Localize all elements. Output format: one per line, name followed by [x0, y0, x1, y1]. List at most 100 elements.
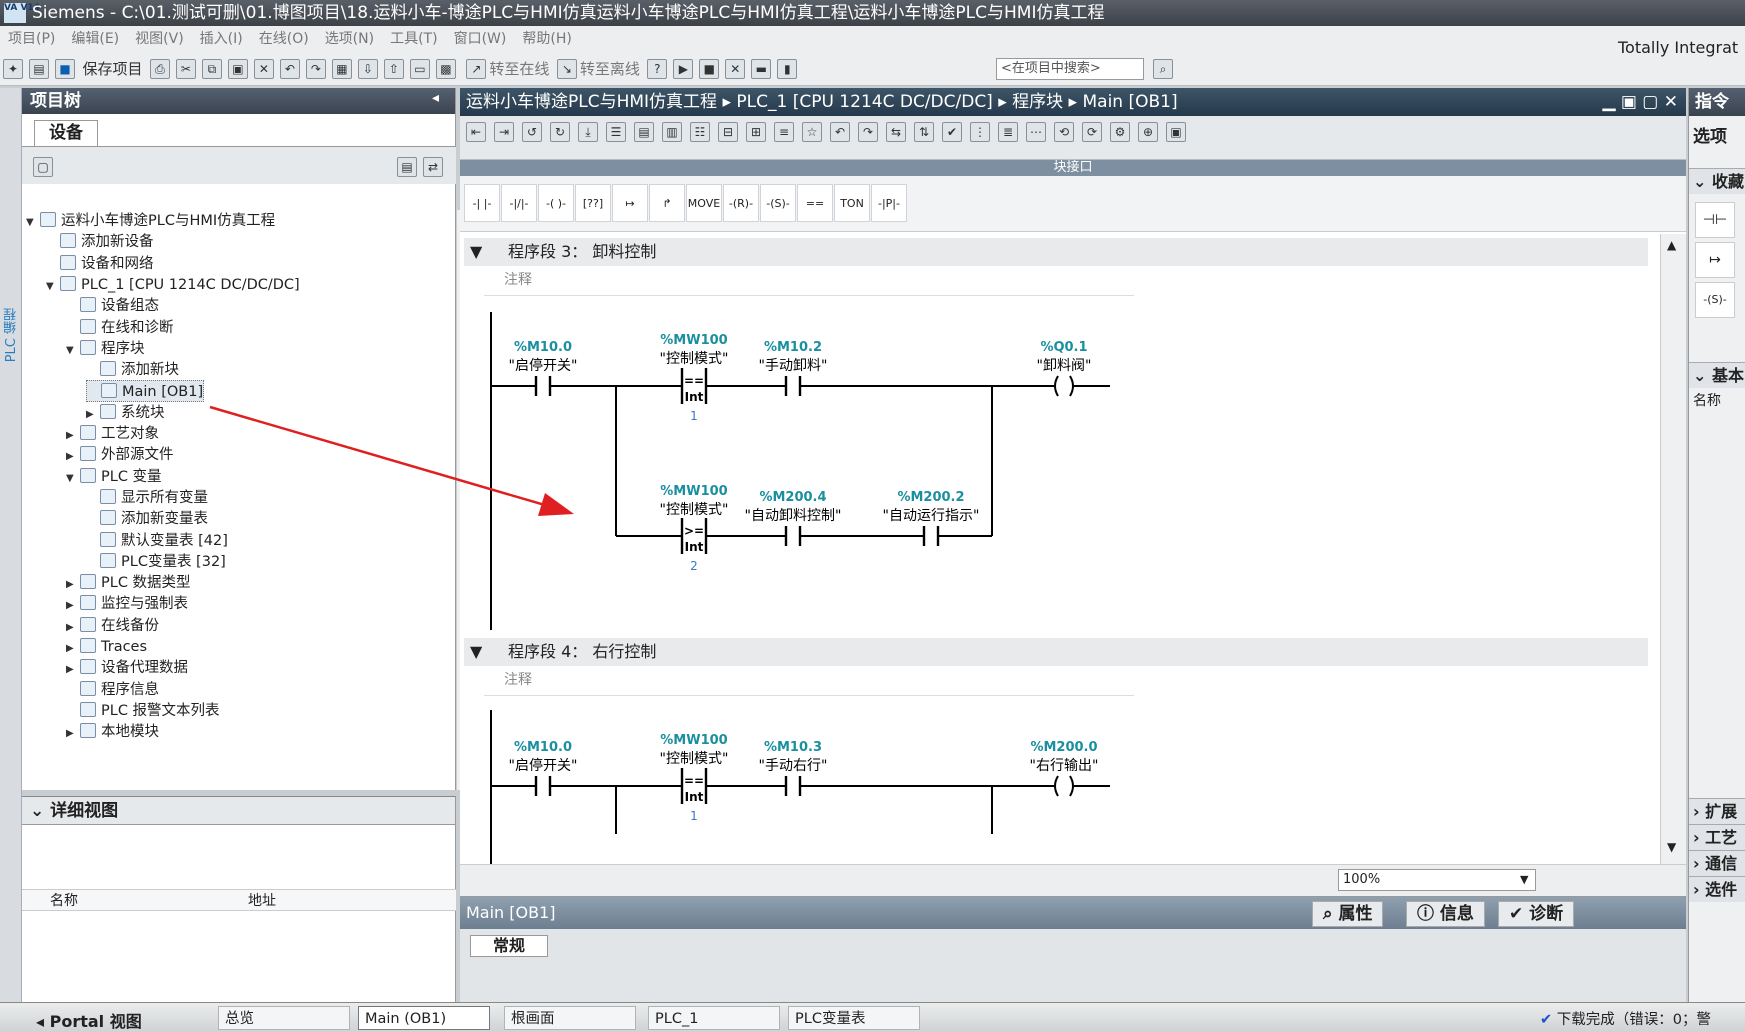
- editor-tool-icon[interactable]: ⟲: [1054, 122, 1074, 142]
- sim-stop-icon[interactable]: ▩: [435, 59, 456, 79]
- cut-icon[interactable]: ✂: [175, 59, 196, 79]
- tree-item[interactable]: 在线和诊断: [66, 317, 174, 339]
- editor-tool-icon[interactable]: ⇤: [466, 122, 486, 142]
- editor-tool-icon[interactable]: ⇅: [914, 122, 934, 142]
- tab-info[interactable]: ⓘ 信息: [1406, 901, 1485, 927]
- n3-coil-addr[interactable]: %Q0.1: [1040, 340, 1087, 355]
- ladder-element-button[interactable]: -|P|-: [871, 184, 907, 222]
- tree-item[interactable]: PLC 报警文本列表: [66, 700, 220, 722]
- editor-tool-icon[interactable]: ☆: [802, 122, 822, 142]
- ladder-element-button[interactable]: -|/|-: [501, 184, 537, 222]
- project-search-input[interactable]: <在项目中搜索>: [996, 58, 1144, 80]
- go-online-button[interactable]: 转至在线: [489, 58, 549, 80]
- tab-properties[interactable]: ⌕ 属性: [1312, 901, 1384, 927]
- taskbar-item[interactable]: PLC_1: [648, 1006, 780, 1030]
- ladder-element-button[interactable]: ↦: [612, 184, 648, 222]
- n3-c1-name[interactable]: "启停开关": [509, 357, 578, 374]
- editor-tool-icon[interactable]: ⊞: [746, 122, 766, 142]
- tree-item[interactable]: ▶ 系统块: [86, 402, 165, 424]
- accessible-devices-icon[interactable]: ?: [647, 59, 668, 79]
- ladder-element-button[interactable]: [??]: [575, 184, 611, 222]
- detail-view-title[interactable]: ⌄ 详细视图: [22, 797, 455, 825]
- compile-icon[interactable]: ▦: [331, 59, 352, 79]
- scroll-down-icon[interactable]: ▼: [1667, 840, 1676, 854]
- menu-item[interactable]: 编辑(E): [71, 31, 119, 47]
- editor-tool-icon[interactable]: ⚙: [1110, 122, 1130, 142]
- extended-section[interactable]: › 扩展: [1689, 798, 1745, 824]
- devices-tab[interactable]: 设备: [34, 120, 98, 146]
- tree-item[interactable]: 默认变量表 [42]: [86, 530, 228, 552]
- editor-tool-icon[interactable]: ☷: [690, 122, 710, 142]
- tab-general[interactable]: 常规: [470, 935, 548, 957]
- download-icon[interactable]: ⇩: [357, 59, 378, 79]
- editor-tool-icon[interactable]: ▤: [634, 122, 654, 142]
- ladder-element-button[interactable]: -| |-: [464, 184, 500, 222]
- n3-cmp1-addr[interactable]: %MW100: [660, 333, 727, 348]
- portal-view-button[interactable]: ◂ Portal 视图: [36, 1008, 142, 1032]
- editor-tool-icon[interactable]: ⇥: [494, 122, 514, 142]
- undo-icon[interactable]: ↶: [279, 59, 300, 79]
- go-online-icon[interactable]: ↗: [466, 59, 487, 79]
- tree-expander-icon[interactable]: ▶: [66, 723, 80, 745]
- ladder-element-button[interactable]: ==: [797, 184, 833, 222]
- taskbar-item[interactable]: 总览: [218, 1006, 350, 1030]
- save-icon[interactable]: ■: [55, 59, 75, 79]
- fav-set-coil-icon[interactable]: -(S)-: [1695, 282, 1735, 318]
- n4-c1-name[interactable]: "启停开关": [509, 757, 578, 774]
- editor-tool-icon[interactable]: ⤓: [578, 122, 598, 142]
- upload-icon[interactable]: ⇧: [383, 59, 404, 79]
- n3-coil-name[interactable]: "卸料阀": [1037, 358, 1092, 374]
- tree-expander-icon[interactable]: ▼: [66, 468, 80, 490]
- tree-item[interactable]: Main [OB1]: [86, 380, 205, 403]
- start-cpu-icon[interactable]: ▶: [673, 59, 694, 79]
- editor-tool-icon[interactable]: ↻: [550, 122, 570, 142]
- collapse-pane-icon[interactable]: ◂: [432, 90, 439, 106]
- simulation-icon[interactable]: ▭: [409, 59, 430, 79]
- ladder-element-button[interactable]: -(R)-: [723, 184, 759, 222]
- editor-tool-icon[interactable]: ↺: [522, 122, 542, 142]
- tree-item[interactable]: ▶ PLC 数据类型: [66, 572, 191, 594]
- n3-r2c2-name[interactable]: "自动运行指示": [883, 508, 980, 524]
- tree-item[interactable]: ▶ 在线备份: [66, 615, 159, 637]
- tree-item[interactable]: ▼ 运料小车博途PLC与HMI仿真工程: [26, 210, 275, 232]
- n4-coil-addr[interactable]: %M200.0: [1030, 740, 1097, 755]
- editor-tool-icon[interactable]: ⋮: [970, 122, 990, 142]
- n4-c2-name[interactable]: "手动右行": [759, 758, 828, 774]
- fav-branch-icon[interactable]: ↦: [1695, 242, 1735, 278]
- communication-section[interactable]: › 通信: [1689, 850, 1745, 876]
- name-column[interactable]: 名称: [1693, 390, 1721, 410]
- block-interface-bar[interactable]: 块接口: [460, 160, 1686, 176]
- editor-scrollbar[interactable]: ▲ ▼: [1660, 234, 1686, 864]
- window-controls-icon[interactable]: ▁ ▣ ▢ ✕: [1602, 88, 1678, 116]
- tree-item[interactable]: 添加新设备: [46, 231, 154, 253]
- tree-item[interactable]: ▶ Traces: [66, 636, 147, 658]
- editor-tool-icon[interactable]: ⋯: [1026, 122, 1046, 142]
- split-vertical-icon[interactable]: ▮: [777, 59, 798, 79]
- ladder-element-button[interactable]: -(S)-: [760, 184, 796, 222]
- n4-c2-addr[interactable]: %M10.3: [764, 740, 822, 755]
- n3-cmp2-value[interactable]: 2: [690, 559, 698, 573]
- n3-cmp1-value[interactable]: 1: [690, 409, 698, 423]
- chevron-down-icon[interactable]: ▼: [1520, 873, 1528, 886]
- n4-cmp-addr[interactable]: %MW100: [660, 733, 727, 748]
- scroll-up-icon[interactable]: ▲: [1667, 238, 1676, 252]
- tab-diagnostics[interactable]: ✔ 诊断: [1498, 901, 1575, 927]
- tree-item[interactable]: ▼ PLC_1 [CPU 1214C DC/DC/DC]: [46, 274, 300, 296]
- go-offline-icon[interactable]: ↘: [556, 59, 577, 79]
- editor-tool-icon[interactable]: ☰: [606, 122, 626, 142]
- tree-item[interactable]: ▶ 外部源文件: [66, 444, 174, 466]
- n4-cmp-value[interactable]: 1: [690, 809, 698, 823]
- n3-r2c1-name[interactable]: "自动卸料控制": [745, 508, 842, 524]
- tree-item[interactable]: ▶ 监控与强制表: [66, 593, 188, 615]
- go-offline-button[interactable]: 转至离线: [580, 58, 640, 80]
- editor-tool-icon[interactable]: ▣: [1166, 122, 1186, 142]
- split-horizontal-icon[interactable]: ▬: [751, 59, 772, 79]
- new-project-icon[interactable]: ✦: [3, 59, 23, 79]
- tree-item[interactable]: ▶ 工艺对象: [66, 423, 159, 445]
- n4-c1-addr[interactable]: %M10.0: [514, 740, 572, 755]
- tree-view-icon[interactable]: ▤: [397, 157, 417, 177]
- delete-icon[interactable]: ✕: [253, 59, 274, 79]
- taskbar-item[interactable]: 根画面: [504, 1006, 636, 1030]
- tree-item[interactable]: 添加新变量表: [86, 508, 208, 530]
- n3-cmp1-name[interactable]: "控制模式": [660, 351, 729, 367]
